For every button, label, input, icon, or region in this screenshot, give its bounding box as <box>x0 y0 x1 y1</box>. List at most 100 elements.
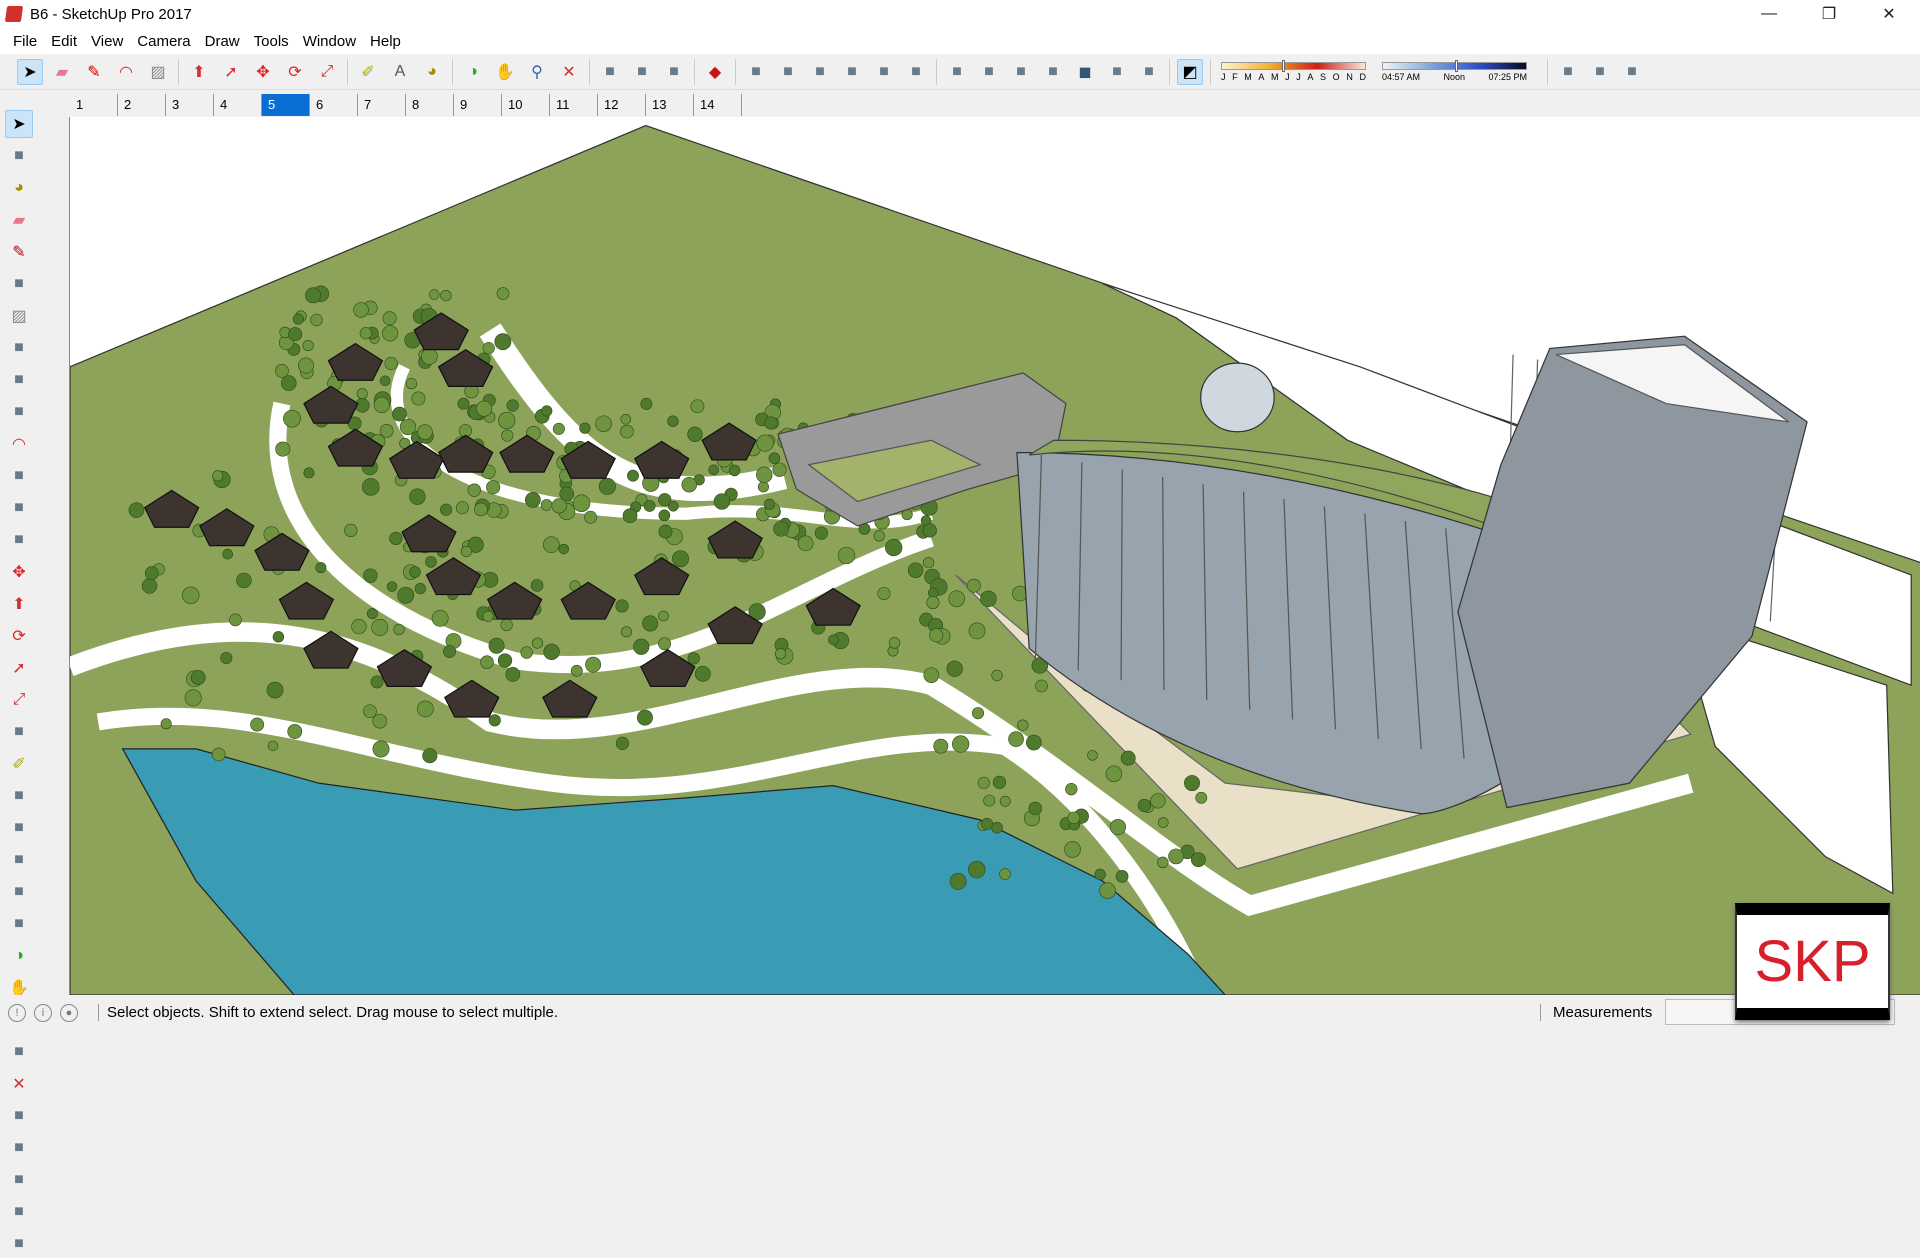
menu-draw[interactable]: Draw <box>198 33 247 50</box>
scene-tab-10[interactable]: 10 <box>502 94 550 116</box>
front-view-icon[interactable]: ■ <box>807 59 833 85</box>
menu-file[interactable]: File <box>6 33 44 50</box>
add-location-icon[interactable]: ■ <box>1555 59 1581 85</box>
top-view-icon[interactable]: ■ <box>775 59 801 85</box>
scene-tab-2[interactable]: 2 <box>118 94 166 116</box>
scene-tab-11[interactable]: 11 <box>550 94 598 116</box>
rectangle-icon[interactable]: ▨ <box>145 59 171 85</box>
text-icon[interactable]: ■ <box>5 846 33 874</box>
scene-tab-7[interactable]: 7 <box>358 94 406 116</box>
paint-bucket-icon[interactable]: ◕ <box>419 59 445 85</box>
pie-icon[interactable]: ■ <box>5 462 33 490</box>
3d-warehouse-icon[interactable]: ■ <box>597 59 623 85</box>
eraser-icon[interactable]: ▰ <box>5 206 33 234</box>
toggle-terrain-icon[interactable]: ■ <box>1587 59 1613 85</box>
polygon-icon[interactable]: ■ <box>5 398 33 426</box>
look-around-icon[interactable]: ■ <box>5 1166 33 1194</box>
scene-tab-13[interactable]: 13 <box>646 94 694 116</box>
zoom-icon[interactable]: ⚲ <box>524 59 550 85</box>
position-camera-icon[interactable]: ■ <box>5 1134 33 1162</box>
shaded-textures-icon[interactable]: ■ <box>1104 59 1130 85</box>
move-icon[interactable]: ✥ <box>5 558 33 586</box>
close-button[interactable]: ✕ <box>1860 0 1918 28</box>
axes-icon[interactable]: ■ <box>5 878 33 906</box>
date-slider-track[interactable] <box>1221 59 1366 72</box>
line-icon[interactable]: ✎ <box>5 238 33 266</box>
scene-tab-1[interactable]: 1 <box>70 94 118 116</box>
move-icon[interactable]: ✥ <box>250 59 276 85</box>
xray-icon[interactable]: ■ <box>944 59 970 85</box>
pencil-line-icon[interactable]: ✎ <box>81 59 107 85</box>
shaded-icon[interactable]: ◼ <box>1072 59 1098 85</box>
offset-icon[interactable]: ■ <box>5 718 33 746</box>
back-view-icon[interactable]: ■ <box>871 59 897 85</box>
section-plane-icon[interactable]: ■ <box>5 1230 33 1258</box>
monochrome-icon[interactable]: ■ <box>1136 59 1162 85</box>
photo-textures-icon[interactable]: ■ <box>1619 59 1645 85</box>
orbit-icon[interactable]: ◑ <box>460 59 486 85</box>
iso-view-icon[interactable]: ■ <box>743 59 769 85</box>
dimension-icon[interactable]: ■ <box>5 782 33 810</box>
menu-window[interactable]: Window <box>296 33 363 50</box>
push-pull-icon[interactable]: ⬆ <box>5 590 33 618</box>
select-icon[interactable]: ➤ <box>5 110 33 138</box>
menu-tools[interactable]: Tools <box>247 33 296 50</box>
previous-view-icon[interactable]: ■ <box>5 1102 33 1130</box>
scene-tab-3[interactable]: 3 <box>166 94 214 116</box>
model-viewport[interactable] <box>69 117 1920 995</box>
rectangle-icon[interactable]: ▨ <box>5 302 33 330</box>
shadows-toggle-icon[interactable]: ◩ <box>1177 58 1203 85</box>
maximize-button[interactable]: ❐ <box>1800 0 1858 28</box>
rotate-icon[interactable]: ⟳ <box>282 59 308 85</box>
eraser-icon[interactable]: ▰ <box>49 59 75 85</box>
date-slider[interactable]: JFMAMJJASOND <box>1221 59 1366 82</box>
pan-icon[interactable]: ✋ <box>492 59 518 85</box>
hidden-line-icon[interactable]: ■ <box>1040 59 1066 85</box>
menu-help[interactable]: Help <box>363 33 408 50</box>
zoom-extents-icon[interactable]: ✕ <box>5 1070 33 1098</box>
menu-camera[interactable]: Camera <box>130 33 197 50</box>
minimize-button[interactable]: — <box>1740 0 1798 28</box>
scene-tab-9[interactable]: 9 <box>454 94 502 116</box>
scene-tab-6[interactable]: 6 <box>310 94 358 116</box>
time-slider-track[interactable] <box>1382 59 1527 72</box>
scene-tab-8[interactable]: 8 <box>406 94 454 116</box>
protractor-icon[interactable]: ■ <box>5 814 33 842</box>
wireframe-icon[interactable]: ■ <box>1008 59 1034 85</box>
menu-view[interactable]: View <box>84 33 130 50</box>
menu-edit[interactable]: Edit <box>44 33 84 50</box>
circle-icon[interactable]: ■ <box>5 366 33 394</box>
scene-tab-14[interactable]: 14 <box>694 94 742 116</box>
3d-text-icon[interactable]: ■ <box>5 910 33 938</box>
two-point-arc-icon[interactable]: ■ <box>5 494 33 522</box>
rotate-icon[interactable]: ⟳ <box>5 622 33 650</box>
right-view-icon[interactable]: ■ <box>839 59 865 85</box>
time-slider[interactable]: 04:57 AM Noon 07:25 PM <box>1382 59 1527 82</box>
extension-warehouse-icon[interactable]: ■ <box>629 59 655 85</box>
3d-model-scene[interactable] <box>70 117 1920 995</box>
time-slider-handle[interactable] <box>1454 59 1458 72</box>
date-slider-handle[interactable] <box>1282 59 1286 72</box>
text-label-icon[interactable]: A <box>387 59 413 85</box>
component-icon[interactable]: ■ <box>5 142 33 170</box>
freehand-icon[interactable]: ■ <box>5 270 33 298</box>
layout-send-icon[interactable]: ■ <box>661 59 687 85</box>
push-pull-icon[interactable]: ⬆ <box>186 59 212 85</box>
follow-me-icon[interactable]: ➚ <box>5 654 33 682</box>
rotated-rectangle-icon[interactable]: ■ <box>5 334 33 362</box>
user-icon[interactable]: ● <box>60 1003 78 1022</box>
geo-location-icon[interactable]: ! <box>8 1003 26 1022</box>
credits-icon[interactable]: i <box>34 1003 52 1022</box>
scene-tab-5[interactable]: 5 <box>262 94 310 116</box>
scene-tab-4[interactable]: 4 <box>214 94 262 116</box>
follow-me-icon[interactable]: ➚ <box>218 59 244 85</box>
three-point-arc-icon[interactable]: ■ <box>5 526 33 554</box>
arc-icon[interactable]: ◠ <box>113 59 139 85</box>
scale-icon[interactable]: ⤢ <box>5 686 33 714</box>
ruby-extension-icon[interactable]: ◆ <box>702 59 728 85</box>
back-edges-icon[interactable]: ■ <box>976 59 1002 85</box>
select-icon[interactable]: ➤ <box>17 58 43 85</box>
zoom-extents-icon[interactable]: ✕ <box>556 59 582 85</box>
scene-tab-12[interactable]: 12 <box>598 94 646 116</box>
walk-icon[interactable]: ■ <box>5 1198 33 1226</box>
